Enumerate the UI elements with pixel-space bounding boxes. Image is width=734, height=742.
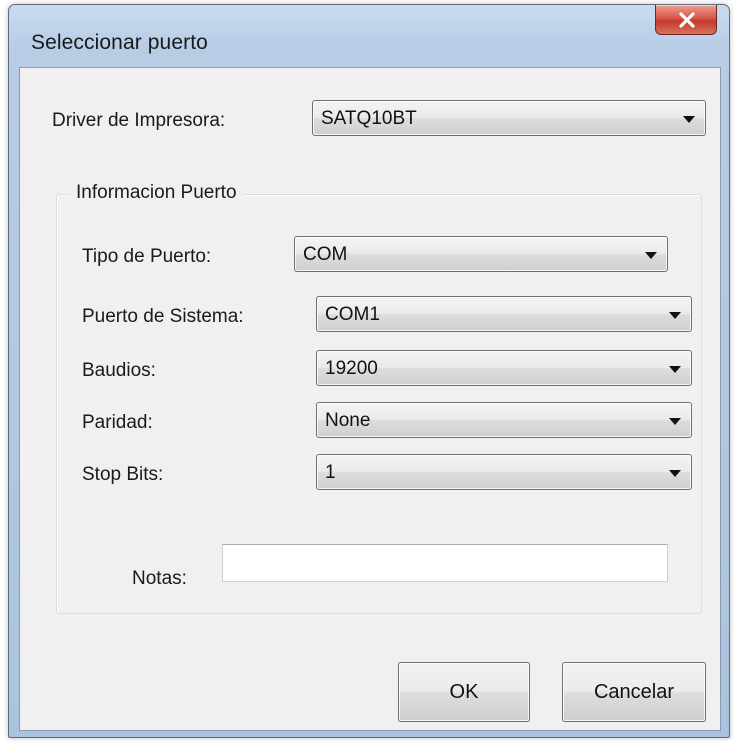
title-bar[interactable]: Seleccionar puerto <box>9 5 729 67</box>
system-port-label: Puerto de Sistema: <box>82 306 244 327</box>
window-title: Seleccionar puerto <box>31 31 208 54</box>
stop-bits-select[interactable]: 1 <box>316 454 692 490</box>
system-port-value: COM1 <box>325 304 380 325</box>
dialog-client-area: Driver de Impresora: SATQ10BT Informacio… <box>19 67 721 731</box>
baud-label: Baudios: <box>82 360 156 381</box>
port-info-legend: Informacion Puerto <box>70 182 243 204</box>
notes-label: Notas: <box>132 568 187 589</box>
dialog-window: Seleccionar puerto Driver de Impresora: … <box>8 4 730 738</box>
port-type-label: Tipo de Puerto: <box>82 246 212 267</box>
chevron-down-icon <box>669 312 681 319</box>
baud-value: 19200 <box>325 358 378 379</box>
chevron-down-icon <box>669 470 681 477</box>
chevron-down-icon <box>683 116 695 123</box>
driver-label: Driver de Impresora: <box>52 110 226 131</box>
close-icon <box>679 12 695 28</box>
stop-bits-label: Stop Bits: <box>82 464 164 485</box>
cancel-button[interactable]: Cancelar <box>562 662 706 722</box>
stop-bits-value: 1 <box>325 462 336 483</box>
close-button[interactable] <box>655 5 717 35</box>
parity-select[interactable]: None <box>316 402 692 438</box>
parity-value: None <box>325 410 371 431</box>
chevron-down-icon <box>669 418 681 425</box>
driver-select-value: SATQ10BT <box>321 108 417 129</box>
port-type-value: COM <box>303 244 348 265</box>
chevron-down-icon <box>669 366 681 373</box>
system-port-select[interactable]: COM1 <box>316 296 692 332</box>
driver-select[interactable]: SATQ10BT <box>312 100 706 136</box>
parity-label: Paridad: <box>82 412 153 433</box>
notes-input[interactable] <box>222 544 668 582</box>
ok-button[interactable]: OK <box>398 662 530 722</box>
baud-select[interactable]: 19200 <box>316 350 692 386</box>
port-type-select[interactable]: COM <box>294 236 668 272</box>
chevron-down-icon <box>645 252 657 259</box>
